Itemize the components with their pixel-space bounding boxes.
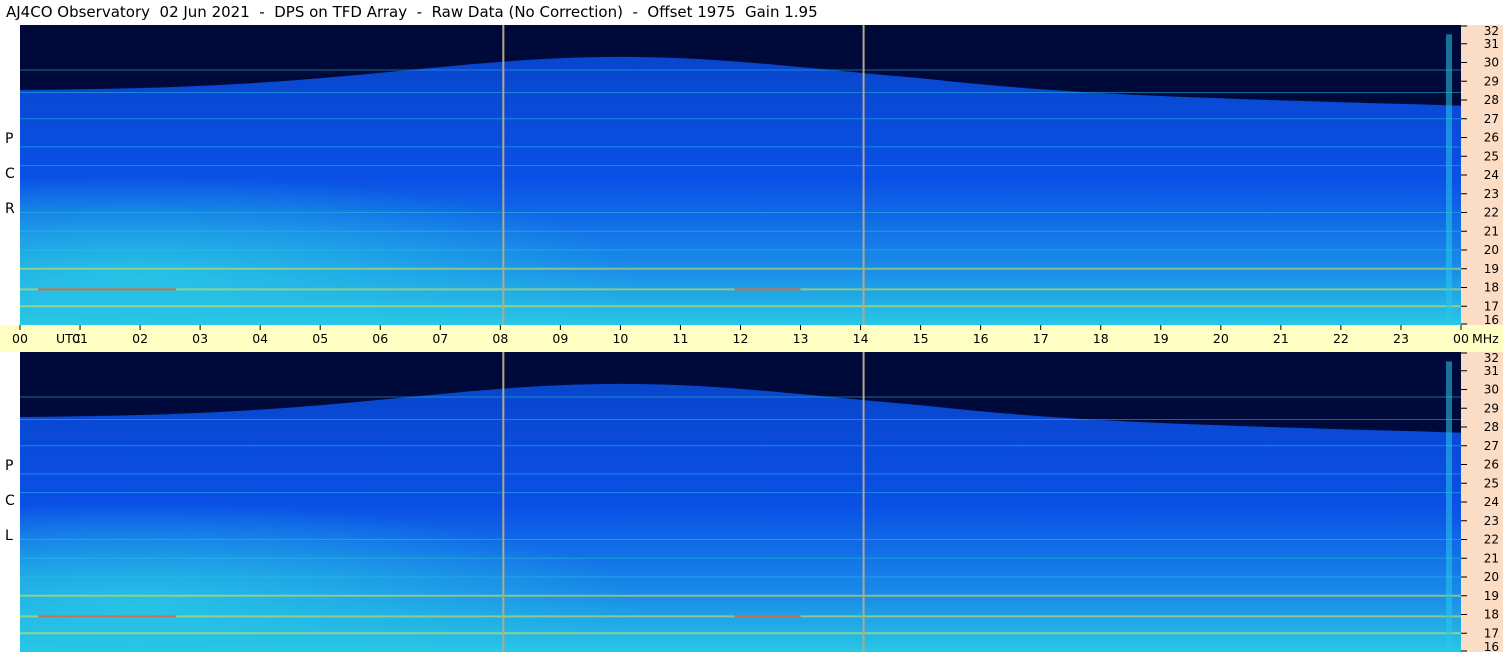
- lcp-spectrogram: [20, 352, 1461, 652]
- lcp-freq-label-18: 18: [1484, 608, 1499, 622]
- utc-label: UTC: [56, 331, 81, 346]
- rcp-letter-1: P: [5, 131, 14, 147]
- rcp-freq-label-23: 23: [1484, 187, 1499, 201]
- time-label-24: 00: [1453, 331, 1469, 346]
- lcp-freq-label-16: 16: [1484, 640, 1499, 652]
- time-label-22: 22: [1333, 331, 1349, 346]
- lcp-freq-label-28: 28: [1484, 420, 1499, 434]
- rcp-freq-label-19: 19: [1484, 262, 1499, 276]
- rcp-freq-label-27: 27: [1484, 112, 1499, 126]
- rcp-freq-label-18: 18: [1484, 281, 1499, 295]
- lcp-side-label: P C L: [0, 352, 20, 652]
- time-label-13: 13: [793, 331, 809, 346]
- time-label-12: 12: [733, 331, 749, 346]
- time-axis-svg: 00 01 02 03 04 05 06 07 08 09 10 11 12 13 14 15 16 17 18 19…: [12, 325, 1499, 346]
- lcp-freq-label-27: 27: [1484, 439, 1499, 453]
- rcp-freq-label-16: 16: [1484, 313, 1499, 325]
- lcp-freq-label-29: 29: [1484, 401, 1499, 415]
- rcp-emission-column: [1445, 34, 1452, 325]
- lcp-freq-label-21: 21: [1484, 551, 1499, 565]
- rcp-freq-label-29: 29: [1484, 74, 1499, 88]
- lcp-freq-label-19: 19: [1484, 589, 1499, 603]
- lcp-emission-column: [1445, 361, 1452, 652]
- lcp-freq-label-20: 20: [1484, 570, 1499, 584]
- lcp-freq-label-26: 26: [1484, 458, 1499, 472]
- lcp-freq-label-30: 30: [1484, 383, 1499, 397]
- lcp-freq-label-22: 22: [1484, 533, 1499, 547]
- rcp-freq-label-24: 24: [1484, 168, 1499, 182]
- time-label-14: 14: [853, 331, 869, 346]
- lcp-letter-1: P: [5, 458, 14, 474]
- rcp-spectrogram: [20, 25, 1461, 325]
- lcp-spectrogram-svg: [20, 352, 1461, 652]
- mhz-label: MHz: [1472, 331, 1499, 346]
- lcp-freq-label-17: 17: [1484, 626, 1499, 640]
- rcp-freq-label-21: 21: [1484, 224, 1499, 238]
- rcp-frequency-axis: 16 17 18 19 20 21 22 23 24 25 26 27 28 29 30 31 32: [1461, 24, 1503, 327]
- lcp-freq-label-31: 31: [1484, 364, 1499, 378]
- rcp-freq-label-22: 22: [1484, 206, 1499, 220]
- time-label-16: 16: [973, 331, 989, 346]
- time-label-20: 20: [1213, 331, 1229, 346]
- rcp-spectrogram-svg: [20, 25, 1461, 325]
- rcp-frequency-axis-svg: 1617 18 19 20 21 22 23 24 25 26 27 28 29 30 3132: [1461, 24, 1499, 327]
- lcp-freq-label-24: 24: [1484, 495, 1499, 509]
- time-label-8: 08: [492, 331, 508, 346]
- rcp-letter-3: R: [5, 201, 15, 217]
- lcp-freq-label-32: 32: [1484, 352, 1499, 365]
- lcp-letter-3: L: [5, 528, 13, 544]
- time-label-18: 18: [1093, 331, 1109, 346]
- rcp-freq-label-17: 17: [1484, 299, 1499, 313]
- time-label-23: 23: [1393, 331, 1409, 346]
- rcp-freq-label-31: 31: [1484, 37, 1499, 51]
- time-label-6: 06: [372, 331, 388, 346]
- time-label-11: 11: [673, 331, 689, 346]
- time-label-0: 00: [12, 331, 28, 346]
- rcp-side-label: P C R: [0, 25, 20, 325]
- time-label-2: 02: [132, 331, 148, 346]
- lcp-frequency-axis: 16 17 18 19 20 21 22 23 24 25 26 27 28 29 30 31 32: [1461, 351, 1503, 654]
- rcp-freq-label-28: 28: [1484, 93, 1499, 107]
- lcp-letter-2: C: [5, 493, 15, 509]
- chart-title: AJ4CO Observatory 02 Jun 2021 - DPS on T…: [6, 3, 818, 21]
- rcp-freq-label-20: 20: [1484, 243, 1499, 257]
- time-axis: 00 01 02 03 04 05 06 07 08 09 10 11 12 13 14 15 16 17 18 19…: [0, 325, 1503, 352]
- rcp-freq-label-30: 30: [1484, 56, 1499, 70]
- rcp-freq-label-25: 25: [1484, 149, 1499, 163]
- rcp-letter-2: C: [5, 166, 15, 182]
- lcp-freq-label-25: 25: [1484, 476, 1499, 490]
- time-label-3: 03: [192, 331, 208, 346]
- lcp-freq-label-23: 23: [1484, 514, 1499, 528]
- time-label-21: 21: [1273, 331, 1289, 346]
- time-label-15: 15: [913, 331, 929, 346]
- lcp-frequency-axis-svg: 1617 18 19 20 21 22 23 24 25 26 27 28 29 30 3132: [1461, 351, 1499, 654]
- time-label-5: 05: [312, 331, 328, 346]
- rcp-freq-label-32: 32: [1484, 25, 1499, 38]
- time-label-7: 07: [432, 331, 448, 346]
- time-label-4: 04: [252, 331, 268, 346]
- time-label-17: 17: [1033, 331, 1049, 346]
- time-label-9: 09: [552, 331, 568, 346]
- time-label-19: 19: [1153, 331, 1169, 346]
- time-label-10: 10: [612, 331, 628, 346]
- rcp-freq-label-26: 26: [1484, 131, 1499, 145]
